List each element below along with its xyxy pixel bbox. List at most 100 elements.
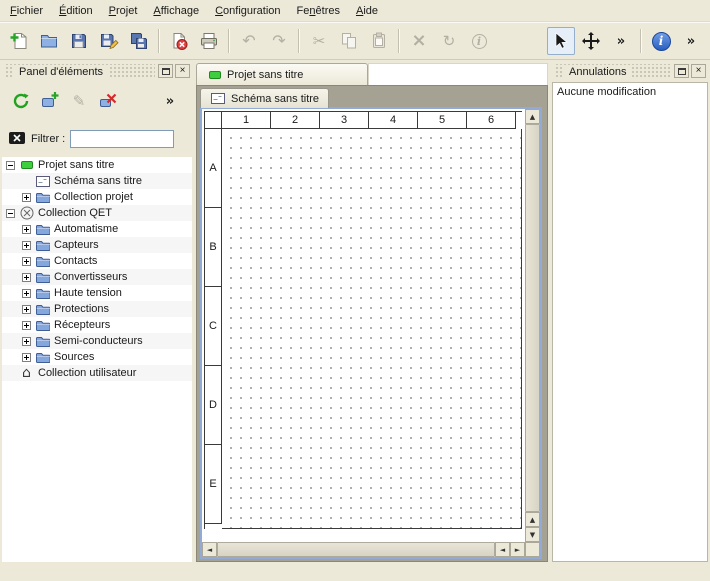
tree-item-automatisme[interactable]: Automatisme [2, 221, 192, 237]
expand-toggle-icon[interactable] [22, 337, 31, 346]
undo-history-list[interactable]: Aucune modification [552, 82, 708, 562]
menu-edition[interactable]: Édition [51, 2, 101, 20]
close-file-button[interactable] [165, 27, 193, 55]
edit-element-icon: ✎ [73, 94, 86, 109]
tree-item-sources[interactable]: Sources [2, 349, 192, 365]
scroll-left-button-2[interactable]: ◄ [495, 542, 510, 557]
diagram-canvas[interactable] [222, 129, 522, 529]
tree-item-schema-sans-titre[interactable]: Schéma sans titre [2, 173, 192, 189]
save-as-icon [99, 31, 119, 51]
horizontal-scrollbar[interactable]: ◄ ◄ ► [202, 542, 525, 557]
mdi-center: Projet sans titre Schéma sans titre 1234… [196, 62, 548, 562]
tree-item-collection-qet[interactable]: Collection QET [2, 205, 192, 221]
tree-item-capteurs[interactable]: Capteurs [2, 237, 192, 253]
tree-item-collection-utilisateur[interactable]: ⌂Collection utilisateur [2, 365, 192, 381]
tree-item-recepteurs[interactable]: Récepteurs [2, 317, 192, 333]
scroll-right-button[interactable]: ► [510, 542, 525, 557]
undo-button: ↶ [235, 27, 263, 55]
toolbar-separator [640, 29, 642, 53]
tree-item-label: Collection projet [54, 191, 133, 203]
vertical-scroll-thumb[interactable] [525, 124, 540, 512]
filter-input[interactable] [70, 130, 174, 148]
save-as-button[interactable] [95, 27, 123, 55]
move-mode-icon [581, 31, 601, 51]
menu-fenetres[interactable]: Fenêtres [289, 2, 348, 20]
scroll-left-button[interactable]: ◄ [202, 542, 217, 557]
close-undo-panel-button[interactable]: × [691, 64, 706, 78]
new-file-button[interactable] [5, 27, 33, 55]
filter-row: Filtrer : [2, 117, 192, 149]
vertical-scrollbar[interactable]: ▲ ▲ ▼ [525, 109, 540, 542]
tree-item-label: Protections [54, 303, 109, 315]
horizontal-scroll-thumb[interactable] [217, 542, 495, 557]
toolbar-separator [228, 29, 230, 53]
toolbar-separator [298, 29, 300, 53]
undo-panel-title-bar[interactable]: Annulations × [554, 64, 706, 79]
scroll-up-button[interactable]: ▲ [525, 109, 540, 124]
info-button: i [465, 27, 493, 55]
copy-icon [339, 31, 359, 51]
menu-fichier[interactable]: Fichier [2, 2, 51, 20]
select-pointer-button[interactable] [547, 27, 575, 55]
expand-toggle-icon[interactable] [22, 257, 31, 266]
folder-icon [35, 287, 50, 299]
new-element-button[interactable] [37, 88, 63, 114]
expand-toggle-icon[interactable] [22, 321, 31, 330]
overflow-chevron-button[interactable]: » [157, 88, 183, 114]
redo-button: ↷ [265, 27, 293, 55]
collapse-toggle-icon[interactable] [6, 161, 15, 170]
tree-item-protections[interactable]: Protections [2, 301, 192, 317]
tree-item-contacts[interactable]: Contacts [2, 253, 192, 269]
expand-toggle-icon[interactable] [22, 289, 31, 298]
menu-aide[interactable]: Aide [348, 2, 386, 20]
clear-filter-button[interactable] [8, 130, 26, 149]
expand-toggle-icon[interactable] [22, 273, 31, 282]
menu-configuration[interactable]: Configuration [207, 2, 288, 20]
undo-list-item[interactable]: Aucune modification [557, 86, 703, 98]
float-undo-panel-button[interactable] [674, 64, 689, 78]
tree-item-collection-projet[interactable]: Collection projet [2, 189, 192, 205]
tree-item-projet-sans-titre[interactable]: Projet sans titre [2, 157, 192, 173]
float-panel-button[interactable] [158, 64, 173, 78]
elements-panel-title-bar[interactable]: Panel d'éléments × [4, 64, 190, 79]
arrow-up-icon: ▲ [530, 516, 535, 524]
expand-toggle-icon[interactable] [22, 193, 31, 202]
expand-toggle-icon[interactable] [22, 353, 31, 362]
overflow-chevron-button[interactable]: » [607, 27, 635, 55]
delete-element-button[interactable] [95, 88, 121, 114]
tree-item-label: Collection QET [38, 207, 112, 219]
column-label: 1 [222, 112, 271, 129]
expand-toggle-icon[interactable] [22, 241, 31, 250]
scrollbar-corner [525, 542, 540, 557]
tab-project[interactable]: Projet sans titre [196, 63, 368, 85]
tree-item-label: Automatisme [54, 223, 118, 235]
close-panel-button[interactable]: × [175, 64, 190, 78]
elements-panel-toolbar: ✎» [2, 79, 192, 117]
overflow-chevron-button[interactable]: » [677, 27, 705, 55]
float-icon [678, 68, 686, 75]
folder-icon [35, 271, 50, 283]
save-all-button[interactable] [125, 27, 153, 55]
close-icon: × [696, 66, 702, 76]
scroll-down-button[interactable]: ▼ [525, 527, 540, 542]
expand-toggle-icon[interactable] [22, 305, 31, 314]
tree-item-haute-tension[interactable]: Haute tension [2, 285, 192, 301]
menu-affichage[interactable]: Affichage [145, 2, 207, 20]
home-icon: ⌂ [19, 366, 34, 380]
edit-element-button: ✎ [66, 88, 92, 114]
open-file-button[interactable] [35, 27, 63, 55]
folder-icon [35, 335, 50, 347]
save-button[interactable] [65, 27, 93, 55]
tree-item-semi-conducteurs[interactable]: Semi-conducteurs [2, 333, 192, 349]
tree-item-convertisseurs[interactable]: Convertisseurs [2, 269, 192, 285]
float-icon [162, 68, 170, 75]
menu-projet[interactable]: Projet [101, 2, 146, 20]
tab-schema[interactable]: Schéma sans titre [200, 88, 329, 108]
print-button[interactable] [195, 27, 223, 55]
scroll-up-button-2[interactable]: ▲ [525, 512, 540, 527]
move-mode-button[interactable] [577, 27, 605, 55]
collapse-toggle-icon[interactable] [6, 209, 15, 218]
about-button[interactable]: i [647, 27, 675, 55]
expand-toggle-icon[interactable] [22, 225, 31, 234]
reload-button[interactable] [8, 88, 34, 114]
